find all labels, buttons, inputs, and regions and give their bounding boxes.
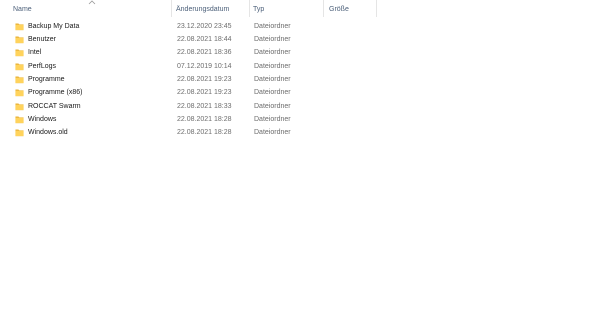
list-item-roccat-swarm[interactable]: ROCCAT Swarm 22.08.2021 18:33 Dateiordne… xyxy=(10,100,330,113)
item-type: Dateiordner xyxy=(254,89,291,96)
item-date: 23.12.2020 23:45 xyxy=(177,23,232,30)
list-item-perflogs[interactable]: PerfLogs 07.12.2019 10:14 Dateiordner xyxy=(10,60,330,73)
column-header-size[interactable]: Größe xyxy=(326,0,376,17)
item-name: Backup My Data xyxy=(28,23,80,30)
folder-icon xyxy=(15,23,24,31)
folder-icon xyxy=(15,103,24,111)
item-type: Dateiordner xyxy=(254,23,291,30)
item-type: Dateiordner xyxy=(254,116,291,123)
list-item-programme[interactable]: Programme 22.08.2021 19:23 Dateiordner xyxy=(10,73,330,86)
column-divider[interactable] xyxy=(323,0,324,17)
folder-icon xyxy=(15,116,24,124)
item-date: 22.08.2021 18:28 xyxy=(177,116,232,123)
folder-icon xyxy=(15,129,24,137)
item-name: Windows xyxy=(28,116,57,123)
item-type: Dateiordner xyxy=(254,76,291,83)
item-date: 07.12.2019 10:14 xyxy=(177,63,232,70)
item-name: PerfLogs xyxy=(28,63,57,70)
list-item-programme-x86[interactable]: Programme (x86) 22.08.2021 19:23 Dateior… xyxy=(10,86,330,99)
item-date: 22.08.2021 18:28 xyxy=(177,129,232,136)
column-divider[interactable] xyxy=(376,0,377,17)
item-date: 22.08.2021 19:23 xyxy=(177,89,232,96)
folder-icon xyxy=(15,76,24,84)
item-date: 22.08.2021 18:36 xyxy=(177,49,232,56)
item-name: Programme xyxy=(28,76,65,83)
list-item-benutzer[interactable]: Benutzer 22.08.2021 18:44 Dateiordner xyxy=(10,33,330,46)
folder-icon xyxy=(15,36,24,44)
item-type: Dateiordner xyxy=(254,49,291,56)
item-type: Dateiordner xyxy=(254,103,291,110)
item-name: Windows.old xyxy=(28,129,68,136)
column-divider[interactable] xyxy=(171,0,172,17)
folder-icon xyxy=(15,49,24,57)
item-name: Intel xyxy=(28,49,42,56)
list-item-windows[interactable]: Windows 22.08.2021 18:28 Dateiordner xyxy=(10,113,330,126)
item-type: Dateiordner xyxy=(254,129,291,136)
folder-icon xyxy=(15,63,24,71)
item-type: Dateiordner xyxy=(254,63,291,70)
column-header-type[interactable]: Typ xyxy=(250,0,325,17)
item-date: 22.08.2021 18:33 xyxy=(177,103,232,110)
item-date: 22.08.2021 19:23 xyxy=(177,76,232,83)
item-name: Programme (x86) xyxy=(28,89,83,96)
list-item-backup-my-data[interactable]: Backup My Data 23.12.2020 23:45 Dateiord… xyxy=(10,20,330,33)
folder-icon xyxy=(15,89,24,97)
list-item-windows-old[interactable]: Windows.old 22.08.2021 18:28 Dateiordner xyxy=(10,126,330,139)
file-explorer: Name Änderungsdatum Typ Größe Backup My … xyxy=(0,0,590,319)
item-date: 22.08.2021 18:44 xyxy=(177,36,232,43)
item-name: Benutzer xyxy=(28,36,57,43)
item-name: ROCCAT Swarm xyxy=(28,103,81,110)
column-header-date[interactable]: Änderungsdatum xyxy=(173,0,249,17)
item-type: Dateiordner xyxy=(254,36,291,43)
column-header-name[interactable]: Name xyxy=(10,0,171,17)
list-item-intel[interactable]: Intel 22.08.2021 18:36 Dateiordner xyxy=(10,46,330,59)
column-header-bar: Name Änderungsdatum Typ Größe xyxy=(0,0,590,17)
